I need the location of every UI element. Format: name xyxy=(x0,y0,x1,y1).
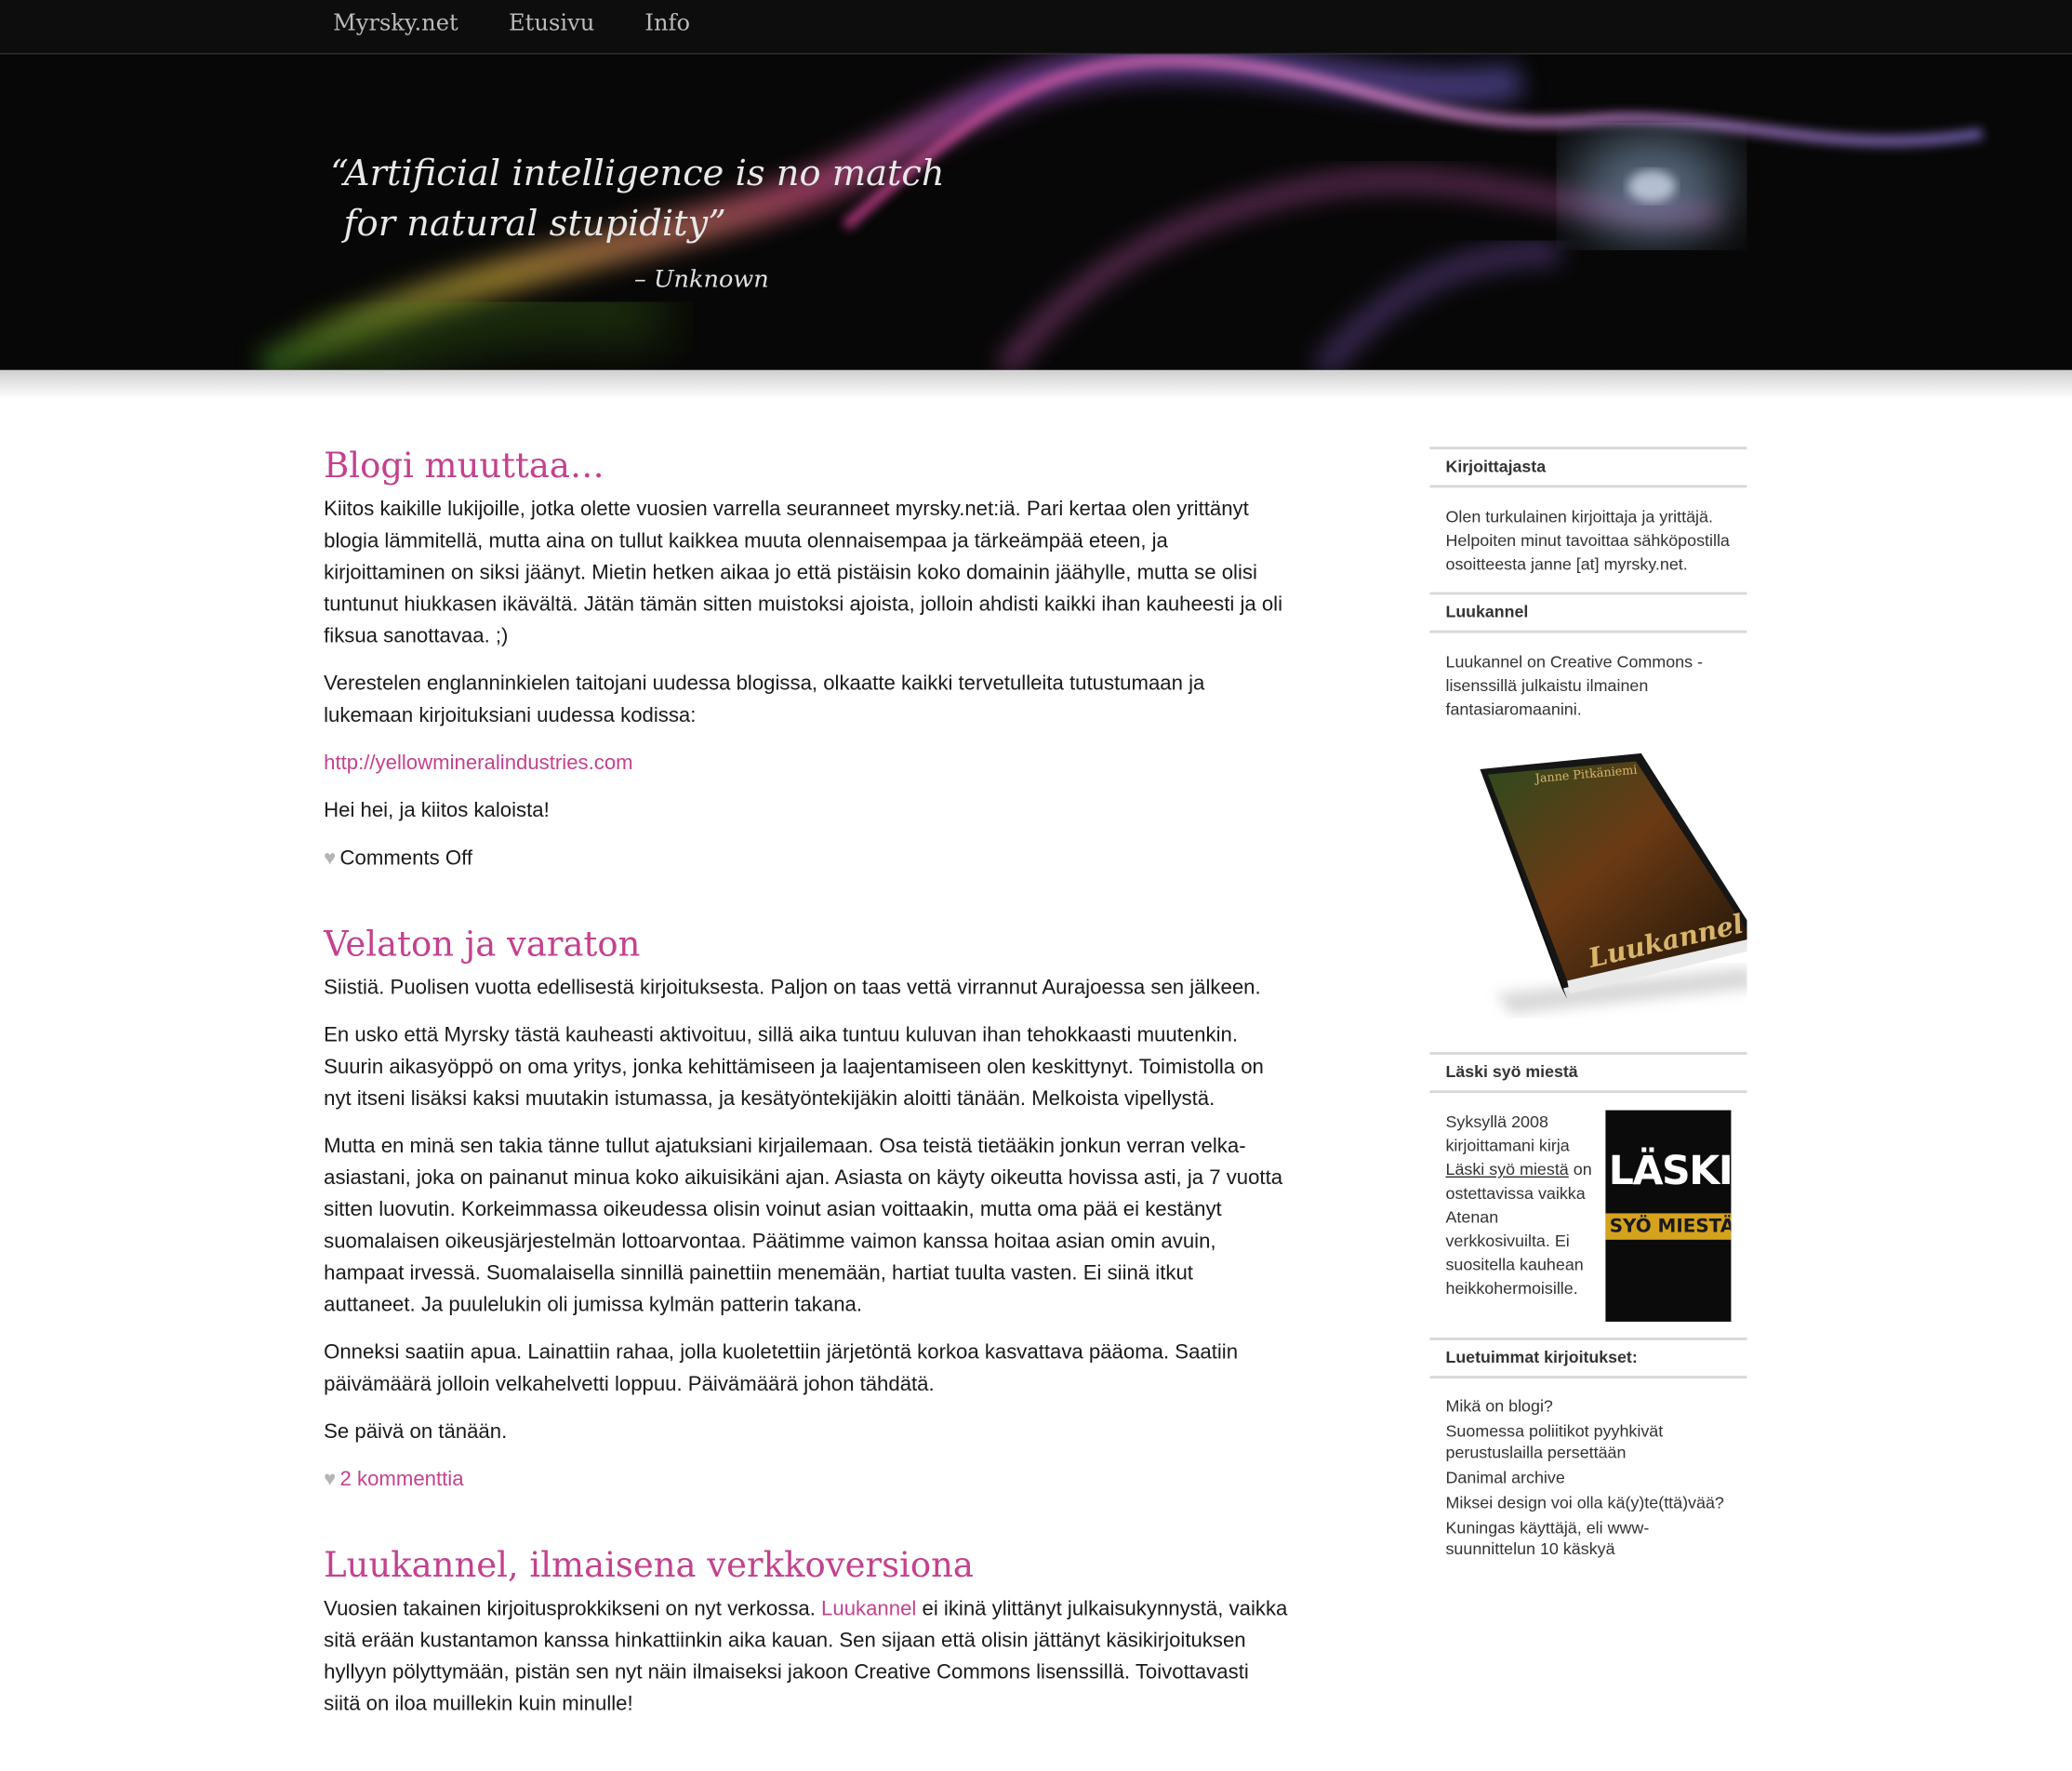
post-paragraph: Onneksi saatiin apua. Lainattiin rahaa, … xyxy=(324,1341,1239,1396)
book-cover-art: Janne Pitkäniemi Luukannel xyxy=(1480,752,1760,1014)
post-paragraph: Hei hei, ja kiitos kaloista! xyxy=(324,799,550,822)
quote-attribution: – Unknown xyxy=(634,265,769,294)
top-nav: Myrsky.net Etusivu Info xyxy=(0,0,2072,55)
popular-post-link[interactable]: Kuningas käyttäjä, eli www-suunnittelun … xyxy=(1445,1517,1731,1559)
heart-icon: ♥ xyxy=(324,1468,337,1491)
banner-quote: “Artificial intelligence is no match for… xyxy=(330,150,944,250)
sidebar-heading-popular: Luetuimmat kirjoitukset: xyxy=(1429,1337,1747,1379)
post-paragraph: Vuosien takainen kirjoitusprokkikseni on… xyxy=(324,1594,1288,1721)
comments-link[interactable]: 2 kommenttia xyxy=(340,1469,464,1491)
post-paragraph: http://yellowmineralindustries.com xyxy=(324,748,1288,779)
post-paragraph: Siistiä. Puolisen vuotta edellisestä kir… xyxy=(324,977,1261,1000)
banner-shadow xyxy=(0,369,2072,400)
comments-status: Comments Off xyxy=(339,846,472,870)
post-meta: ♥ 2 kommenttia xyxy=(324,1464,1288,1496)
post-paragraph: Verestelen englanninkielen taitojani uud… xyxy=(324,672,1205,727)
laski-link[interactable]: Läski syö miestä xyxy=(1445,1161,1568,1179)
quote-line-2: for natural stupidity” xyxy=(343,203,726,245)
laski-cover-line-2: SYÖ MIESTÄ xyxy=(1605,1213,1732,1240)
header-banner: “Artificial intelligence is no match for… xyxy=(0,54,2072,370)
post-luukannel: Luukannel, ilmaisena verkkoversiona Vuos… xyxy=(324,1546,1288,1721)
laski-text-start: Syksyllä 2008 kirjoittamani kirja xyxy=(1445,1112,1570,1155)
popular-post-link[interactable]: Suomessa poliitikot pyyhkivät perustusla… xyxy=(1445,1420,1731,1462)
nav-link-myrsky[interactable]: Myrsky.net xyxy=(333,10,458,36)
post-title[interactable]: Blogi muuttaa… xyxy=(324,446,1288,486)
heart-icon: ♥ xyxy=(324,846,337,870)
post-paragraph: Kiitos kaikille lukijoille, jotka olette… xyxy=(324,498,1283,648)
main-content: Blogi muuttaa… Kiitos kaikille lukijoill… xyxy=(324,446,1288,1771)
laski-cover-line-1: LÄSKI xyxy=(1608,1148,1732,1195)
nav-link-etusivu[interactable]: Etusivu xyxy=(509,10,594,36)
laski-text-end: on ostettavissa vaikka Atenan verkkosivu… xyxy=(1445,1160,1592,1298)
popular-post-link[interactable]: Miksei design voi olla kä(y)te(ttä)vää? xyxy=(1445,1492,1731,1513)
quote-line-1: “Artificial intelligence is no match xyxy=(330,153,945,194)
sidebar-heading-luukannel: Luukannel xyxy=(1429,592,1747,633)
post-paragraph: En usko että Myrsky tästä kauheasti akti… xyxy=(324,1024,1264,1111)
laski-book-cover[interactable]: LÄSKI SYÖ MIESTÄ xyxy=(1605,1110,1732,1322)
post-text: Vuosien takainen kirjoitusprokkikseni on… xyxy=(324,1597,822,1621)
post-velaton-ja-varaton: Velaton ja varaton Siistiä. Puolisen vuo… xyxy=(324,925,1288,1497)
sidebar-laski-box: Syksyllä 2008 kirjoittamani kirja Läski … xyxy=(1429,1093,1747,1338)
sidebar-luukannel-text: Luukannel on Creative Commons -lisenssil… xyxy=(1445,652,1704,719)
nav-link-info[interactable]: Info xyxy=(644,10,690,36)
post-meta: ♥ Comments Off xyxy=(324,844,1288,875)
popular-post-link[interactable]: Mikä on blogi? xyxy=(1445,1395,1731,1417)
sidebar-heading-laski: Läski syö miestä xyxy=(1429,1052,1747,1094)
external-link[interactable]: http://yellowmineralindustries.com xyxy=(324,752,632,775)
post-title[interactable]: Luukannel, ilmaisena verkkoversiona xyxy=(324,1546,1288,1586)
post-title[interactable]: Velaton ja varaton xyxy=(324,925,1288,965)
sidebar-popular-box: Mikä on blogi? Suomessa poliitikot pyyhk… xyxy=(1429,1378,1747,1579)
sidebar: Kirjoittajasta Olen turkulainen kirjoitt… xyxy=(1429,446,1760,1579)
banner-light-streaks xyxy=(255,54,1984,370)
popular-post-link[interactable]: Danimal archive xyxy=(1445,1467,1731,1488)
laski-text: Syksyllä 2008 kirjoittamani kirja Läski … xyxy=(1445,1111,1603,1322)
post-blogi-muuttaa: Blogi muuttaa… Kiitos kaikille lukijoill… xyxy=(324,446,1288,874)
sidebar-heading-about: Kirjoittajasta xyxy=(1429,446,1747,488)
popular-posts-list: Mikä on blogi? Suomessa poliitikot pyyhk… xyxy=(1445,1395,1731,1559)
sidebar-about-text: Olen turkulainen kirjoittaja ja yrittäjä… xyxy=(1445,507,1730,574)
luukannel-book-cover[interactable]: Janne Pitkäniemi Luukannel xyxy=(1429,729,1760,1020)
luukannel-link[interactable]: Luukannel xyxy=(821,1598,916,1620)
post-paragraph: Se päivä on tänään. xyxy=(324,1420,508,1444)
post-paragraph: Mutta en minä sen takia tänne tullut aja… xyxy=(324,1135,1283,1317)
